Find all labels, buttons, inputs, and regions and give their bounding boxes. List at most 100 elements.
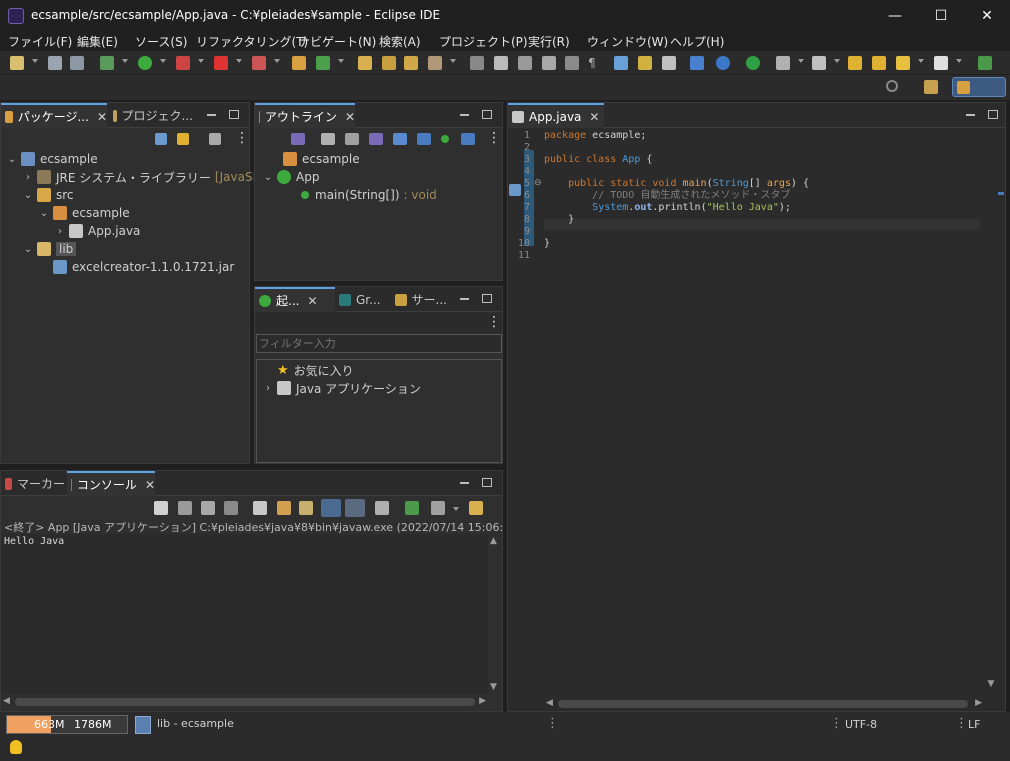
display-console-icon[interactable] (431, 501, 445, 515)
search-dropdown-icon[interactable] (450, 59, 456, 63)
save-all-icon[interactable] (70, 56, 84, 70)
prev-annotation-icon[interactable] (638, 56, 652, 70)
console-tool-icon[interactable] (690, 56, 704, 70)
history-icon[interactable] (812, 56, 826, 70)
hide-local-types-icon[interactable] (393, 133, 407, 145)
garbage-collect-icon[interactable] (135, 716, 151, 734)
new-console-icon[interactable] (469, 501, 483, 515)
search-icon[interactable] (886, 80, 898, 92)
minimize-panel-icon[interactable] (460, 298, 469, 300)
menu-source[interactable]: ソース(S) (135, 33, 187, 50)
tab-gradle[interactable]: Gr... (335, 287, 387, 312)
menu-edit[interactable]: 編集(E) (77, 33, 118, 50)
scroll-thumb[interactable] (558, 700, 968, 708)
outline-item-package[interactable]: ecsample (283, 150, 360, 168)
maximize-panel-icon[interactable] (229, 110, 239, 119)
open-type-icon[interactable] (358, 56, 372, 70)
horizontal-scrollbar[interactable]: ◀ ▶ (544, 697, 984, 711)
scroll-down-icon[interactable]: ▼ (490, 682, 497, 692)
scroll-up-icon[interactable]: ▲ (490, 536, 497, 546)
new-icon[interactable] (10, 56, 24, 70)
hide-nonpublic-icon[interactable] (369, 133, 383, 145)
last-edit-icon[interactable] (662, 56, 676, 70)
display-console-dropdown-icon[interactable] (453, 507, 459, 511)
back-dropdown-icon[interactable] (918, 59, 924, 63)
status-line-ending[interactable]: LF (968, 718, 980, 731)
heap-status[interactable]: 663M 1786M (6, 715, 128, 734)
forward-dropdown-icon[interactable] (956, 59, 962, 63)
show-whitespace-icon[interactable]: ¶ (588, 56, 602, 70)
collapse-all-icon[interactable] (155, 133, 167, 145)
forward-arrow-icon[interactable] (934, 56, 948, 70)
scroll-right-icon[interactable]: ▶ (975, 698, 982, 708)
chevron-down-icon[interactable]: ⌄ (263, 172, 273, 183)
terminate-relaunch-icon[interactable] (154, 501, 168, 515)
remove-all-icon[interactable] (224, 501, 238, 515)
maximize-panel-icon[interactable] (988, 110, 998, 119)
history-dropdown-icon[interactable] (834, 59, 840, 63)
tree-item-lib[interactable]: ⌄ lib (23, 240, 77, 258)
close-icon[interactable]: ✕ (145, 478, 155, 492)
scroll-down-icon[interactable]: ▼ (984, 679, 998, 693)
tree-item-project[interactable]: ⌄ ecsample (7, 150, 98, 168)
tree-item-src[interactable]: ⌄ src (23, 186, 74, 204)
scroll-left-icon[interactable]: ◀ (546, 698, 553, 708)
close-icon[interactable]: ✕ (589, 110, 599, 124)
maximize-panel-icon[interactable] (482, 478, 492, 487)
word-wrap-console-icon[interactable] (299, 501, 313, 515)
chevron-right-icon[interactable]: › (55, 226, 65, 237)
chevron-right-icon[interactable]: › (23, 172, 33, 183)
close-icon[interactable]: ✕ (97, 110, 107, 124)
launch-item-java-app[interactable]: › Java アプリケーション (263, 379, 421, 397)
scroll-right-icon[interactable]: ▶ (479, 696, 486, 706)
run-icon[interactable] (138, 56, 152, 70)
console-scroll-thumb[interactable] (15, 698, 475, 706)
tab-launch[interactable]: 起... ✕ (255, 287, 335, 312)
word-wrap-icon[interactable] (565, 56, 579, 70)
maximize-panel-icon[interactable] (482, 110, 492, 119)
hide-static-icon[interactable] (345, 133, 359, 145)
open-perspective-toolbar-icon[interactable] (978, 56, 992, 70)
maximize-button[interactable]: ☐ (918, 0, 964, 31)
terminate-icon[interactable] (178, 501, 192, 515)
menu-run[interactable]: 実行(R) (528, 33, 570, 50)
outline-item-class[interactable]: ⌄ App (263, 168, 319, 186)
console-output-area[interactable]: Hello Java (1, 534, 488, 694)
tab-project-explorer[interactable]: プロジェク... (109, 103, 193, 128)
java-perspective-button[interactable] (952, 77, 1006, 97)
close-button[interactable]: ✕ (964, 0, 1010, 31)
tree-item-file[interactable]: › App.java (55, 222, 140, 240)
debug-icon[interactable] (100, 56, 114, 70)
hide-fields-icon[interactable] (321, 133, 335, 145)
filter-input[interactable] (256, 334, 502, 353)
scroll-lock-icon[interactable] (277, 501, 291, 515)
chevron-down-icon[interactable]: ⌄ (7, 154, 17, 165)
task-mark-icon[interactable] (998, 192, 1004, 195)
console-vertical-scrollbar[interactable]: ▲ ▼ (488, 534, 502, 694)
settings-gear-icon[interactable] (716, 56, 730, 70)
new-class-icon[interactable] (316, 56, 330, 70)
debug-dropdown-icon[interactable] (122, 59, 128, 63)
minimize-panel-icon[interactable] (460, 114, 469, 116)
status-encoding[interactable]: UTF-8 (845, 718, 877, 731)
console-horizontal-scrollbar[interactable]: ◀ ▶ (1, 694, 488, 710)
chevron-down-icon[interactable]: ⌄ (39, 208, 49, 219)
sort-icon[interactable] (291, 133, 305, 145)
annotation-icon[interactable] (470, 56, 484, 70)
next-annotation-icon[interactable] (614, 56, 628, 70)
search-tool-icon[interactable] (428, 56, 442, 70)
forward-nav-icon[interactable] (872, 56, 886, 70)
run-dropdown-icon[interactable] (160, 59, 166, 63)
minimize-panel-icon[interactable] (460, 482, 469, 484)
back-arrow-icon[interactable] (896, 56, 910, 70)
minimize-panel-icon[interactable] (207, 114, 216, 116)
menu-help[interactable]: ヘルプ(H) (670, 33, 724, 50)
tab-servers[interactable]: サー... (391, 287, 447, 312)
menu-project[interactable]: プロジェクト(P) (439, 33, 528, 50)
mark-occurrences-icon[interactable] (494, 56, 508, 70)
show-stderr-icon[interactable] (345, 499, 365, 517)
scroll-left-icon[interactable]: ◀ (3, 696, 10, 706)
open-console-icon[interactable] (405, 501, 419, 515)
tree-item-jar[interactable]: excelcreator-1.1.0.1721.jar (53, 258, 234, 276)
new-class-dropdown-icon[interactable] (338, 59, 344, 63)
